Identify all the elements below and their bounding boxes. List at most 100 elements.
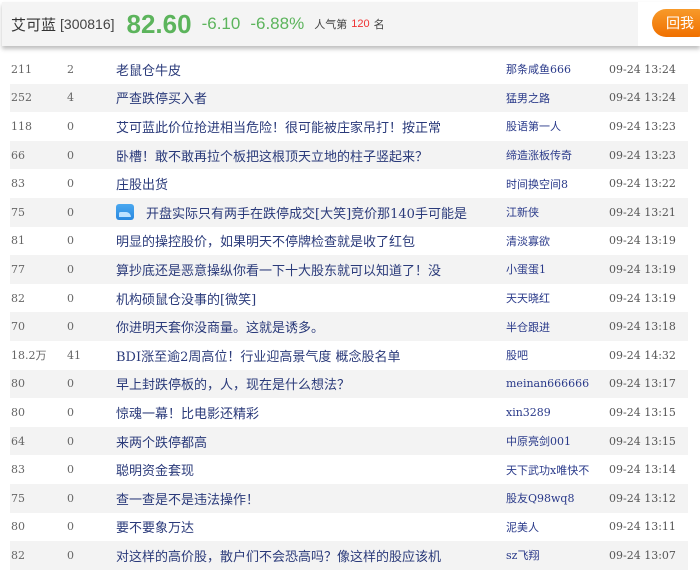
post-time: 09-24 13:07	[609, 548, 676, 562]
price-change: -6.10	[201, 14, 241, 33]
table-row: 18.2万 41 BDI涨至逾2周高位！行业迎高景气度 概念股名单 股吧 09-…	[10, 341, 688, 370]
author-link[interactable]: 股吧	[506, 347, 609, 363]
author-link[interactable]: 江新侠	[506, 204, 609, 220]
author-link[interactable]: 中原亮剑001	[506, 433, 609, 449]
read-count: 64	[11, 434, 25, 448]
reply-count: 41	[67, 348, 81, 362]
post-title-link[interactable]: 要不要象万达	[116, 517, 506, 536]
post-title-link[interactable]: 庄股出货	[116, 174, 506, 193]
post-title: 早上封跌停板的，人，现在是什么想法？	[116, 378, 351, 394]
post-title: 要不要象万达	[116, 521, 195, 537]
post-title: 对这样的高价股，散户们不会恐高吗？像这样的股应该机	[116, 549, 442, 565]
reply-count: 0	[67, 234, 74, 248]
reply-count: 0	[67, 405, 74, 419]
post-title: 艾可蓝此价位抢进相当危险！很可能被庄家吊打！按正常	[116, 120, 442, 136]
author-link[interactable]: 时间换空间8	[506, 176, 609, 192]
post-title: 来两个跌停都高	[116, 435, 208, 451]
post-title: 查一查是不是违法操作！	[116, 492, 260, 508]
post-time: 09-24 13:19	[609, 234, 676, 248]
reply-count: 0	[67, 463, 74, 477]
read-count: 18.2万	[11, 349, 47, 363]
author-link[interactable]: meinan666666	[506, 377, 609, 390]
post-time: 09-24 13:23	[609, 119, 676, 133]
post-title-link[interactable]: 对这样的高价股，散户们不会恐高吗？像这样的股应该机	[116, 546, 506, 565]
author-link[interactable]: 股友Q98wq8	[506, 490, 609, 506]
post-time: 09-24 13:19	[609, 262, 676, 276]
post-title: BDI涨至逾2周高位！行业迎高景气度 概念股名单	[116, 349, 401, 365]
post-time: 09-24 13:21	[609, 205, 676, 219]
author-link[interactable]: 股语第一人	[506, 118, 609, 134]
reply-count: 0	[67, 205, 74, 219]
table-row: 75 0 开盘实际只有两手在跌停成交[大笑]竞价那140手可能是 江新侠 09-…	[10, 197, 688, 227]
post-title: 算抄底还是恶意操纵你看一下十大股东就可以知道了！没	[116, 263, 442, 279]
post-time: 09-24 14:32	[609, 348, 676, 362]
read-count: 83	[11, 177, 25, 191]
author-link[interactable]: 缔造涨板传奇	[506, 147, 609, 163]
post-title: 惊魂一幕！比电影还精彩	[116, 406, 260, 422]
author-link[interactable]: sz飞翔	[506, 547, 609, 563]
post-title-link[interactable]: 聪明资金套现	[116, 460, 506, 479]
author-link[interactable]: 那条咸鱼666	[506, 61, 609, 77]
post-title-link[interactable]: 艾可蓝此价位抢进相当危险！很可能被庄家吊打！按正常	[116, 117, 506, 136]
post-time: 09-24 13:22	[609, 177, 676, 191]
read-count: 75	[11, 491, 25, 505]
rank-suffix: 名	[373, 19, 385, 31]
stock-price: 82.60	[126, 8, 192, 39]
reply-count: 0	[67, 148, 74, 162]
post-time: 09-24 13:19	[609, 291, 676, 305]
reply-count: 0	[67, 434, 74, 448]
author-link[interactable]: 猛男之路	[506, 90, 609, 106]
author-link[interactable]: 清淡寡欲	[506, 233, 609, 249]
post-title-link[interactable]: 明显的操控股价，如果明天不停牌检查就是收了红包	[116, 231, 506, 250]
table-row: 83 0 庄股出货 时间换空间8 09-24 13:22	[10, 169, 688, 198]
post-title-link[interactable]: 算抄底还是恶意操纵你看一下十大股东就可以知道了！没	[116, 260, 506, 279]
read-count: 75	[11, 205, 25, 219]
reply-count: 0	[67, 291, 74, 305]
table-row: 77 0 算抄底还是恶意操纵你看一下十大股东就可以知道了！没 小蛋蛋1 09-2…	[10, 255, 688, 284]
post-title-link[interactable]: 卧槽！敢不敢再拉个板把这根顶天立地的柱子竖起来？	[116, 146, 506, 165]
read-count: 82	[11, 548, 25, 562]
author-link[interactable]: 天下武功x唯快不	[506, 462, 609, 478]
post-title: 庄股出货	[116, 178, 169, 194]
post-time: 09-24 13:15	[609, 434, 676, 448]
post-title-link[interactable]: 开盘实际只有两手在跌停成交[大笑]竞价那140手可能是	[116, 203, 506, 222]
reply-count: 0	[67, 520, 74, 534]
post-title-link[interactable]: 早上封跌停板的，人，现在是什么想法？	[116, 374, 506, 393]
read-count: 70	[11, 320, 25, 334]
popularity-rank: 120	[351, 18, 370, 30]
read-count: 83	[11, 463, 25, 477]
table-row: 64 0 来两个跌停都高 中原亮剑001 09-24 13:15	[10, 426, 688, 456]
popularity-label: 人气第	[314, 19, 348, 31]
post-title-link[interactable]: 你进明天套你没商量。这就是诱多。	[116, 317, 506, 336]
author-link[interactable]: 天天晓红	[506, 290, 609, 306]
reply-count: 0	[67, 548, 74, 562]
read-count: 82	[11, 291, 25, 305]
post-title: 机构硕鼠仓没事的[微笑]	[116, 292, 257, 308]
author-link[interactable]: xin3289	[506, 406, 609, 419]
reply-count: 2	[67, 62, 74, 76]
author-link[interactable]: 半仓跟进	[506, 319, 609, 335]
post-title-link[interactable]: BDI涨至逾2周高位！行业迎高景气度 概念股名单	[116, 346, 506, 365]
post-title: 卧槽！敢不敢再拉个板把这根顶天立地的柱子竖起来？	[116, 149, 429, 165]
table-row: 80 0 惊魂一幕！比电影还精彩 xin3289 09-24 13:15	[10, 398, 688, 427]
post-title-link[interactable]: 查一查是不是违法操作！	[116, 489, 506, 508]
post-title: 聪明资金套现	[116, 464, 195, 480]
post-time: 09-24 13:12	[609, 491, 676, 505]
read-count: 80	[11, 377, 25, 391]
author-link[interactable]: 小蛋蛋1	[506, 261, 609, 277]
post-title-link[interactable]: 严查跌停买入者	[116, 88, 506, 107]
post-title-link[interactable]: 来两个跌停都高	[116, 432, 506, 451]
reply-count: 0	[67, 320, 74, 334]
post-title: 老鼠仓牛皮	[116, 63, 182, 79]
post-title-link[interactable]: 机构硕鼠仓没事的[微笑]	[116, 289, 506, 308]
author-link[interactable]: 泥美人	[506, 519, 609, 535]
table-row: 82 0 对这样的高价股，散户们不会恐高吗？像这样的股应该机 sz飞翔 09-2…	[10, 541, 688, 570]
post-title-link[interactable]: 惊魂一幕！比电影还精彩	[116, 403, 506, 422]
read-count: 77	[11, 262, 25, 276]
post-button[interactable]: 回我	[652, 9, 700, 37]
table-row: 70 0 你进明天套你没商量。这就是诱多。 半仓跟进 09-24 13:18	[10, 312, 688, 341]
reply-count: 4	[67, 91, 74, 105]
post-title-link[interactable]: 老鼠仓牛皮	[116, 60, 506, 79]
post-list: 211 2 老鼠仓牛皮 那条咸鱼666 09-24 13:24 252 4 严查跌…	[10, 55, 688, 570]
post-time: 09-24 13:24	[609, 62, 676, 76]
